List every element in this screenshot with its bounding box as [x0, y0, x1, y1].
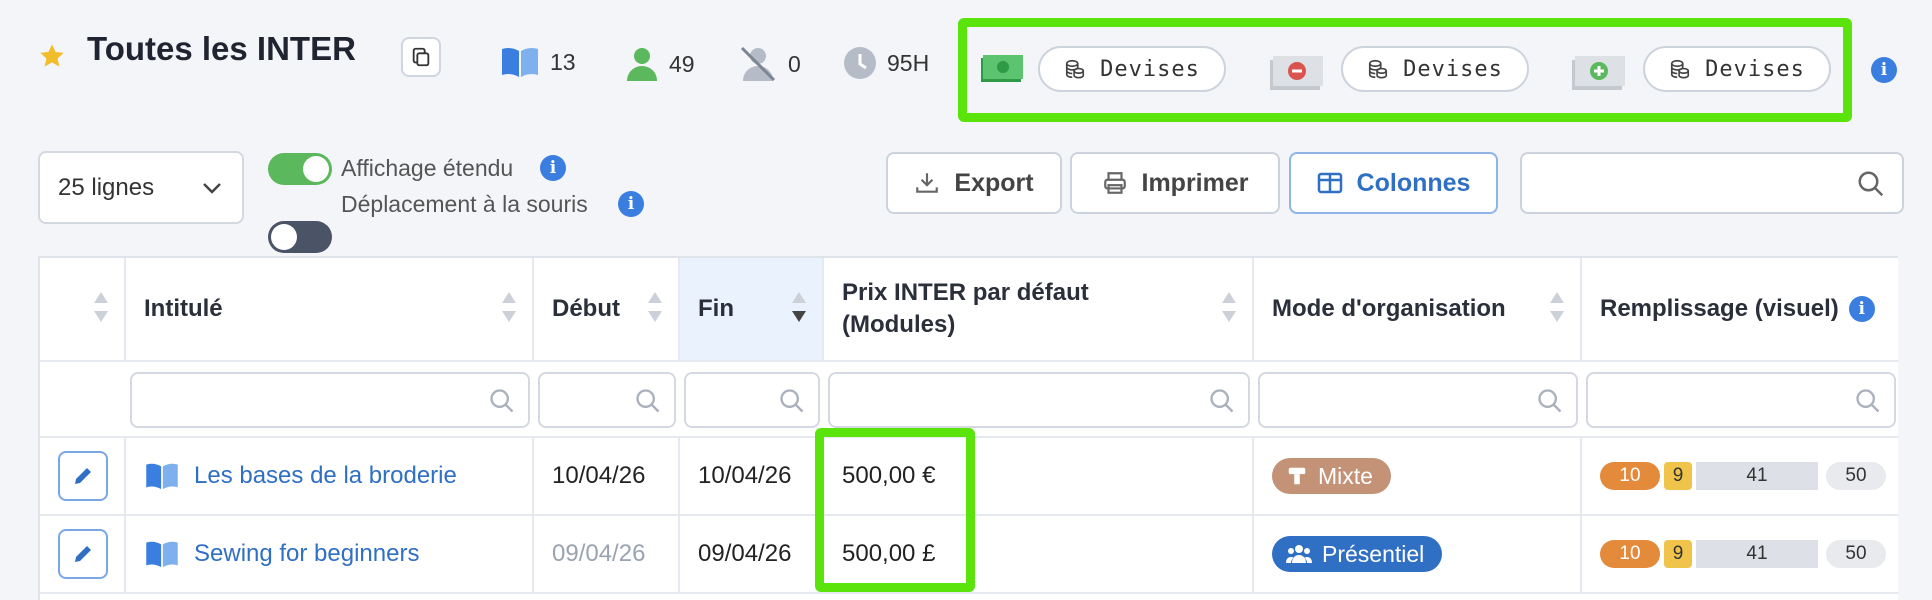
coins-icon: [1369, 59, 1388, 79]
info-icon[interactable]: i: [1848, 296, 1875, 322]
sort-icon: [648, 292, 662, 322]
filter-end-input[interactable]: [684, 372, 820, 428]
filter-fill-input[interactable]: [1586, 372, 1896, 428]
mixte-icon: [1288, 467, 1306, 485]
info-icon[interactable]: i: [618, 191, 644, 217]
coins-icon: [1671, 59, 1690, 79]
column-header-end[interactable]: Fin: [680, 258, 824, 360]
user-icon: [627, 48, 657, 81]
user-slash-icon: [740, 46, 776, 82]
search-icon: [1538, 389, 1562, 413]
print-button[interactable]: Imprimer: [1070, 152, 1280, 214]
favorite-star-icon[interactable]: [38, 42, 66, 70]
end-date: 10/04/26: [680, 438, 824, 514]
sort-icon: [502, 292, 516, 322]
column-header-title[interactable]: Intitulé: [126, 258, 534, 360]
chevron-down-icon: [203, 182, 221, 194]
filter-title-input[interactable]: [130, 372, 530, 428]
book-icon: [502, 47, 538, 77]
start-date: 10/04/26: [534, 438, 680, 514]
edit-button[interactable]: [58, 451, 108, 501]
filter-row: [40, 360, 1898, 438]
modules-count: 13: [500, 46, 576, 78]
end-date: 09/04/26: [680, 516, 824, 592]
pencil-icon: [75, 546, 91, 562]
search-icon: [490, 389, 514, 413]
devises-button-1[interactable]: Devises: [1038, 46, 1226, 92]
sort-icon: [1550, 292, 1564, 322]
copy-button[interactable]: [401, 37, 441, 77]
extended-view-label: Affichage étendu: [341, 155, 514, 181]
download-icon: [916, 173, 939, 193]
money-icon: [980, 54, 1024, 84]
fill-bar: 10 9 41 50: [1600, 462, 1886, 490]
sort-desc-icon: [792, 292, 806, 322]
copy-icon: [412, 47, 430, 67]
coins-icon: [1066, 59, 1085, 79]
mouse-drag-toggle[interactable]: [268, 221, 332, 253]
clock-icon: [844, 47, 876, 79]
fill-bar: 10 9 41 50: [1600, 540, 1886, 568]
search-icon: [636, 389, 660, 413]
session-title-link[interactable]: Sewing for beginners: [144, 540, 419, 568]
column-header-price[interactable]: Prix INTER par défaut (Modules): [824, 258, 1254, 360]
start-date: 09/04/26: [534, 516, 680, 592]
mode-badge: Mixte: [1272, 458, 1391, 494]
printer-icon: [1103, 172, 1126, 194]
absent-count: 0: [738, 46, 801, 82]
money-minus-icon: [1268, 54, 1323, 90]
info-icon[interactable]: i: [540, 155, 566, 181]
search-icon: [1856, 389, 1880, 413]
column-header-fill[interactable]: Remplissage (visuel) i: [1582, 258, 1900, 360]
sort-icon: [94, 292, 108, 322]
info-icon[interactable]: i: [1871, 57, 1897, 83]
hours-count: 95H: [843, 46, 929, 80]
users-icon: [1286, 545, 1312, 563]
pencil-icon: [75, 468, 91, 484]
session-title-link[interactable]: Les bases de la broderie: [144, 462, 457, 490]
book-icon: [146, 463, 178, 490]
export-button[interactable]: Export: [886, 152, 1062, 214]
participants-count: 49: [625, 46, 695, 82]
extended-view-toggle[interactable]: [268, 153, 332, 185]
sort-icon: [1222, 292, 1236, 322]
search-icon: [1210, 389, 1234, 413]
devises-button-3[interactable]: Devises: [1643, 46, 1831, 92]
price-highlight: [815, 428, 975, 592]
columns-icon: [1317, 172, 1342, 194]
money-plus-icon: [1570, 54, 1625, 90]
page-title: Toutes les INTER: [87, 30, 356, 67]
mouse-drag-label: Déplacement à la souris: [341, 191, 588, 217]
devises-button-2[interactable]: Devises: [1341, 46, 1529, 92]
book-icon: [146, 541, 178, 568]
filter-price-input[interactable]: [828, 372, 1250, 428]
columns-button[interactable]: Colonnes: [1289, 152, 1498, 214]
column-header-mode[interactable]: Mode d'organisation: [1254, 258, 1582, 360]
lines-per-page-select[interactable]: 25 lignes: [38, 151, 244, 224]
filter-start-input[interactable]: [538, 372, 676, 428]
global-search-input[interactable]: [1520, 152, 1904, 214]
search-icon: [780, 389, 804, 413]
mode-badge: Présentiel: [1272, 536, 1443, 572]
column-header-actions[interactable]: [40, 258, 126, 360]
search-icon: [1858, 171, 1884, 197]
edit-button[interactable]: [58, 529, 108, 579]
filter-mode-input[interactable]: [1258, 372, 1578, 428]
column-header-start[interactable]: Début: [534, 258, 680, 360]
